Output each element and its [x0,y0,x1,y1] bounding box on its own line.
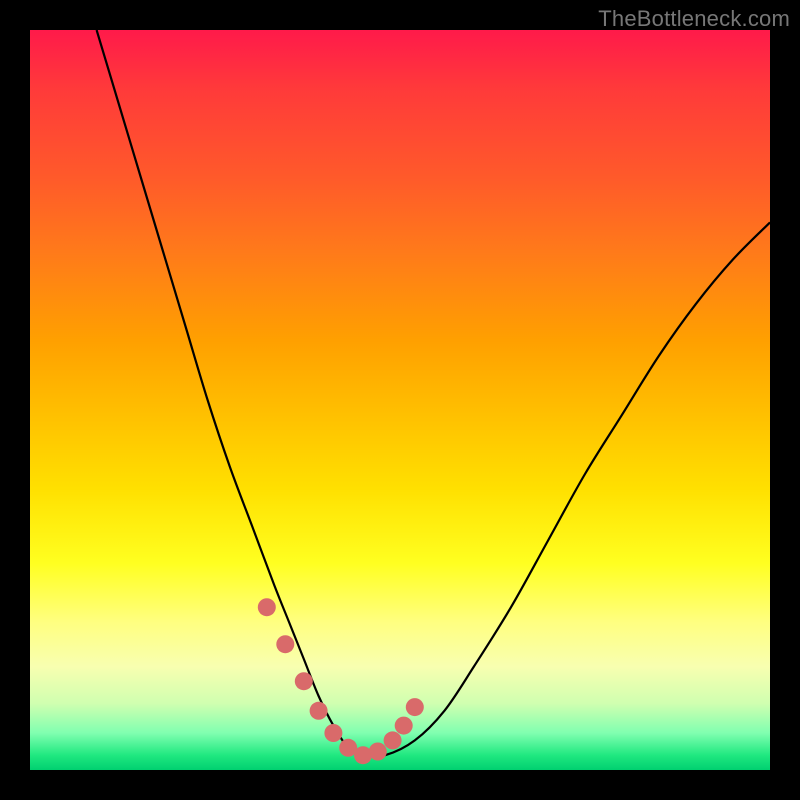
chart-svg [30,30,770,770]
optimal-marker [276,635,294,653]
optimal-marker [384,731,402,749]
optimal-marker [395,717,413,735]
optimal-marker [258,598,276,616]
optimal-marker [369,743,387,761]
optimal-marker [324,724,342,742]
optimal-marker [295,672,313,690]
optimal-marker [406,698,424,716]
bottleneck-curve [97,30,770,757]
watermark-text: TheBottleneck.com [598,6,790,32]
chart-plot-area [30,30,770,770]
optimal-marker [310,702,328,720]
